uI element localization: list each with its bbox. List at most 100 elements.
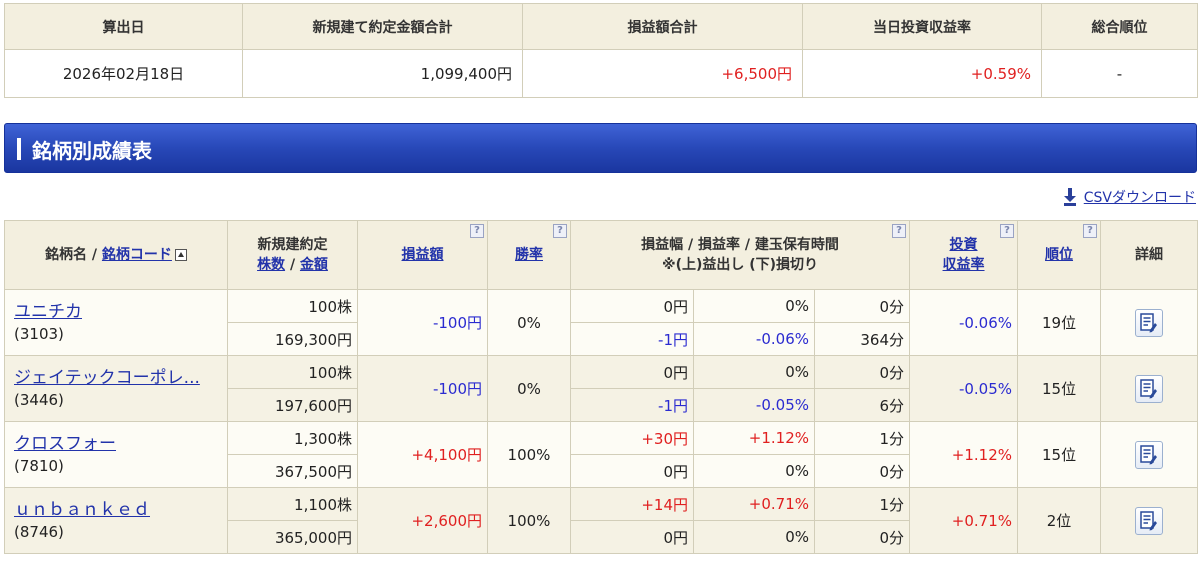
download-icon[interactable]	[1063, 188, 1076, 206]
pnl-value: -100円	[357, 355, 488, 422]
summary-overall-rank: -	[1041, 49, 1198, 98]
return-value: +1.12%	[909, 421, 1019, 488]
loss-pct: 0%	[693, 520, 815, 554]
sort-by-return-link[interactable]: 投資 収益率	[943, 237, 985, 273]
profit-pct: +1.12%	[693, 421, 815, 455]
header-return-line1: 投資	[949, 237, 978, 253]
detail-cell	[1100, 487, 1199, 554]
edit-document-icon	[1140, 510, 1158, 530]
detail-button[interactable]	[1135, 440, 1164, 469]
contract-amount: 197,600円	[227, 388, 358, 422]
header-detail: 詳細	[1100, 220, 1199, 290]
stock-code: (8746)	[14, 522, 64, 541]
header-return-line2: 収益率	[942, 257, 985, 273]
winrate-value: 0%	[487, 289, 571, 356]
sort-by-winrate-link[interactable]: 勝率	[515, 247, 543, 263]
stock-name-cell: ｕｎｂａｎｋｅｄ (8746)	[4, 487, 228, 554]
loss-yen: -1円	[570, 322, 694, 356]
section-title: 銘柄別成績表	[32, 139, 152, 163]
rank-value: 15位	[1017, 355, 1102, 422]
rank-value: 15位	[1017, 421, 1102, 488]
profit-pct: +0.71%	[693, 487, 815, 521]
loss-time: 6分	[813, 388, 911, 422]
contract-amount: 169,300円	[227, 322, 358, 356]
winrate-value: 0%	[487, 355, 571, 422]
profit-time: 0分	[813, 289, 911, 323]
summary-header-daily-return: 当日投資収益率	[802, 3, 1042, 50]
sort-by-amount-link[interactable]: 金額	[300, 257, 328, 273]
table-row: ｕｎｂａｎｋｅｄ (8746) 1,100株 +2,600円 100% +14円…	[4, 487, 1199, 554]
header-winrate: ? 勝率	[487, 220, 571, 290]
table-header-row: 銘柄名 / 銘柄コード 新規建約定 株数 / 金額 ? 損益額 ? 勝率 ? 損…	[4, 220, 1199, 290]
detail-button[interactable]	[1135, 506, 1164, 535]
return-value: -0.05%	[909, 355, 1019, 422]
stock-code: (3103)	[14, 324, 64, 343]
loss-time: 364分	[813, 322, 911, 356]
help-icon[interactable]: ?	[470, 224, 484, 238]
edit-document-icon	[1140, 378, 1158, 398]
sort-by-code-link[interactable]: 銘柄コード	[102, 247, 172, 263]
summary-daily-return: +0.59%	[802, 49, 1042, 98]
edit-document-icon	[1140, 444, 1158, 464]
loss-time: 0分	[813, 520, 911, 554]
banner-accent-bar	[17, 138, 21, 160]
profit-yen: +30円	[570, 421, 694, 455]
header-contract: 新規建約定 株数 / 金額	[227, 220, 358, 290]
loss-yen: 0円	[570, 454, 694, 488]
stock-name-link[interactable]: ｕｎｂａｎｋｅｄ	[14, 499, 227, 521]
table-row: クロスフォー (7810) 1,300株 +4,100円 100% +30円 +…	[4, 421, 1199, 488]
csv-download: CSVダウンロード	[1063, 187, 1196, 207]
header-name-prefix: 銘柄名 /	[45, 247, 98, 263]
header-range-note: ※(上)益出し (下)損切り	[661, 257, 819, 273]
rank-value: 19位	[1017, 289, 1102, 356]
contract-shares: 1,300株	[227, 421, 358, 455]
loss-time: 0分	[813, 454, 911, 488]
rank-value: 2位	[1017, 487, 1102, 554]
summary-date: 2026年02月18日	[4, 49, 243, 98]
sort-by-shares-link[interactable]: 株数	[257, 257, 285, 273]
stock-name-cell: クロスフォー (7810)	[4, 421, 228, 488]
header-pnl: ? 損益額	[357, 220, 488, 290]
profit-time: 1分	[813, 421, 911, 455]
contract-amount: 367,500円	[227, 454, 358, 488]
detail-button[interactable]	[1135, 374, 1164, 403]
help-icon[interactable]: ?	[892, 224, 907, 238]
stock-name-link[interactable]: クロスフォー	[14, 433, 227, 455]
sort-by-pnl-link[interactable]: 損益額	[402, 247, 444, 263]
detail-cell	[1100, 421, 1199, 488]
stock-code: (7810)	[14, 456, 64, 475]
summary-header-rank: 総合順位	[1041, 3, 1198, 50]
stock-name-link[interactable]: ジェイテックコーポレ...	[14, 367, 227, 389]
detail-button[interactable]	[1135, 308, 1164, 337]
profit-yen: +14円	[570, 487, 694, 521]
summary-header-contract-total: 新規建て約定金額合計	[242, 3, 523, 50]
help-icon[interactable]: ?	[1083, 224, 1098, 238]
csv-download-link[interactable]: CSVダウンロード	[1084, 187, 1196, 207]
contract-shares: 100株	[227, 289, 358, 323]
loss-pct: -0.06%	[693, 322, 815, 356]
pnl-value: -100円	[357, 289, 488, 356]
return-value: -0.06%	[909, 289, 1019, 356]
profit-pct: 0%	[693, 355, 815, 389]
summary-table: 算出日 新規建て約定金額合計 損益額合計 当日投資収益率 総合順位 2026年0…	[4, 3, 1198, 98]
winrate-value: 100%	[487, 487, 571, 554]
help-icon[interactable]: ?	[1000, 224, 1015, 238]
help-icon[interactable]: ?	[553, 224, 567, 238]
contract-amount: 365,000円	[227, 520, 358, 554]
summary-header-date: 算出日	[4, 3, 243, 50]
pnl-value: +4,100円	[357, 421, 488, 488]
profit-time: 1分	[813, 487, 911, 521]
summary-header-pnl-total: 損益額合計	[522, 3, 803, 50]
summary-value-row: 2026年02月18日 1,099,400円 +6,500円 +0.59% -	[4, 49, 1198, 98]
detail-cell	[1100, 355, 1199, 422]
stock-name-link[interactable]: ユニチカ	[14, 301, 227, 323]
profit-yen: 0円	[570, 355, 694, 389]
return-value: +0.71%	[909, 487, 1019, 554]
sort-by-rank-link[interactable]: 順位	[1045, 247, 1073, 263]
loss-yen: -1円	[570, 388, 694, 422]
header-range-title: 損益幅 / 損益率 / 建玉保有時間	[641, 237, 839, 253]
summary-pnl-total: +6,500円	[522, 49, 803, 98]
profit-pct: 0%	[693, 289, 815, 323]
table-row: ジェイテックコーポレ... (3446) 100株 -100円 0% 0円 0%…	[4, 355, 1199, 422]
sort-asc-icon[interactable]	[174, 249, 187, 261]
